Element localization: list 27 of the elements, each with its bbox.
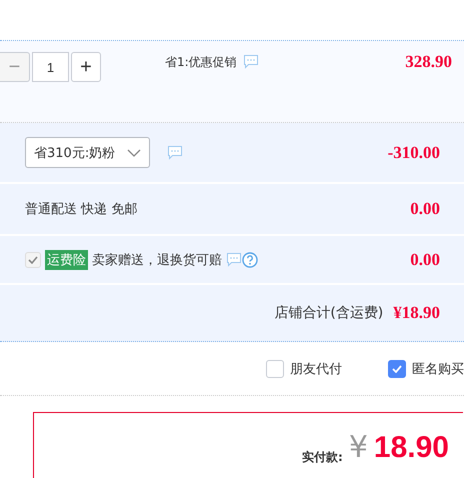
- checkbox[interactable]: [266, 360, 284, 378]
- help-icon[interactable]: [242, 252, 258, 268]
- checkbox[interactable]: [388, 360, 406, 378]
- promotion-label: 省1:优惠促销: [165, 54, 237, 71]
- shop-total-amount: ¥18.90: [393, 303, 440, 323]
- plus-button[interactable]: +: [71, 52, 101, 82]
- currency-symbol: ¥: [348, 433, 368, 463]
- shipping-amount: 0.00: [410, 199, 440, 219]
- comment-icon[interactable]: [242, 54, 259, 69]
- insurance-amount: 0.00: [410, 250, 440, 270]
- option-label: 匿名购买: [412, 360, 464, 378]
- shop-total-label: 店铺合计(含运费): [274, 304, 384, 322]
- check-icon: [392, 364, 402, 372]
- chevron-icon: [127, 148, 142, 156]
- discount-select[interactable]: 省310元:奶粉: [25, 137, 150, 168]
- check-icon: [28, 256, 38, 264]
- shipping-label: 普通配送 快递 免邮: [25, 200, 138, 218]
- comment-icon[interactable]: [167, 145, 184, 160]
- discount-amount: -310.00: [388, 142, 440, 162]
- insurance-badge: 运费险: [45, 250, 88, 270]
- item-price: 328.90: [405, 52, 452, 72]
- option-label: 朋友代付: [290, 360, 342, 378]
- insurance-label: 卖家赠送，退换货可赔: [92, 252, 222, 268]
- payment-amount: 18.90: [374, 433, 449, 463]
- payment-label: 实付款:: [302, 449, 343, 466]
- quantity-field[interactable]: 1: [32, 52, 69, 82]
- comment-icon[interactable]: [226, 252, 242, 267]
